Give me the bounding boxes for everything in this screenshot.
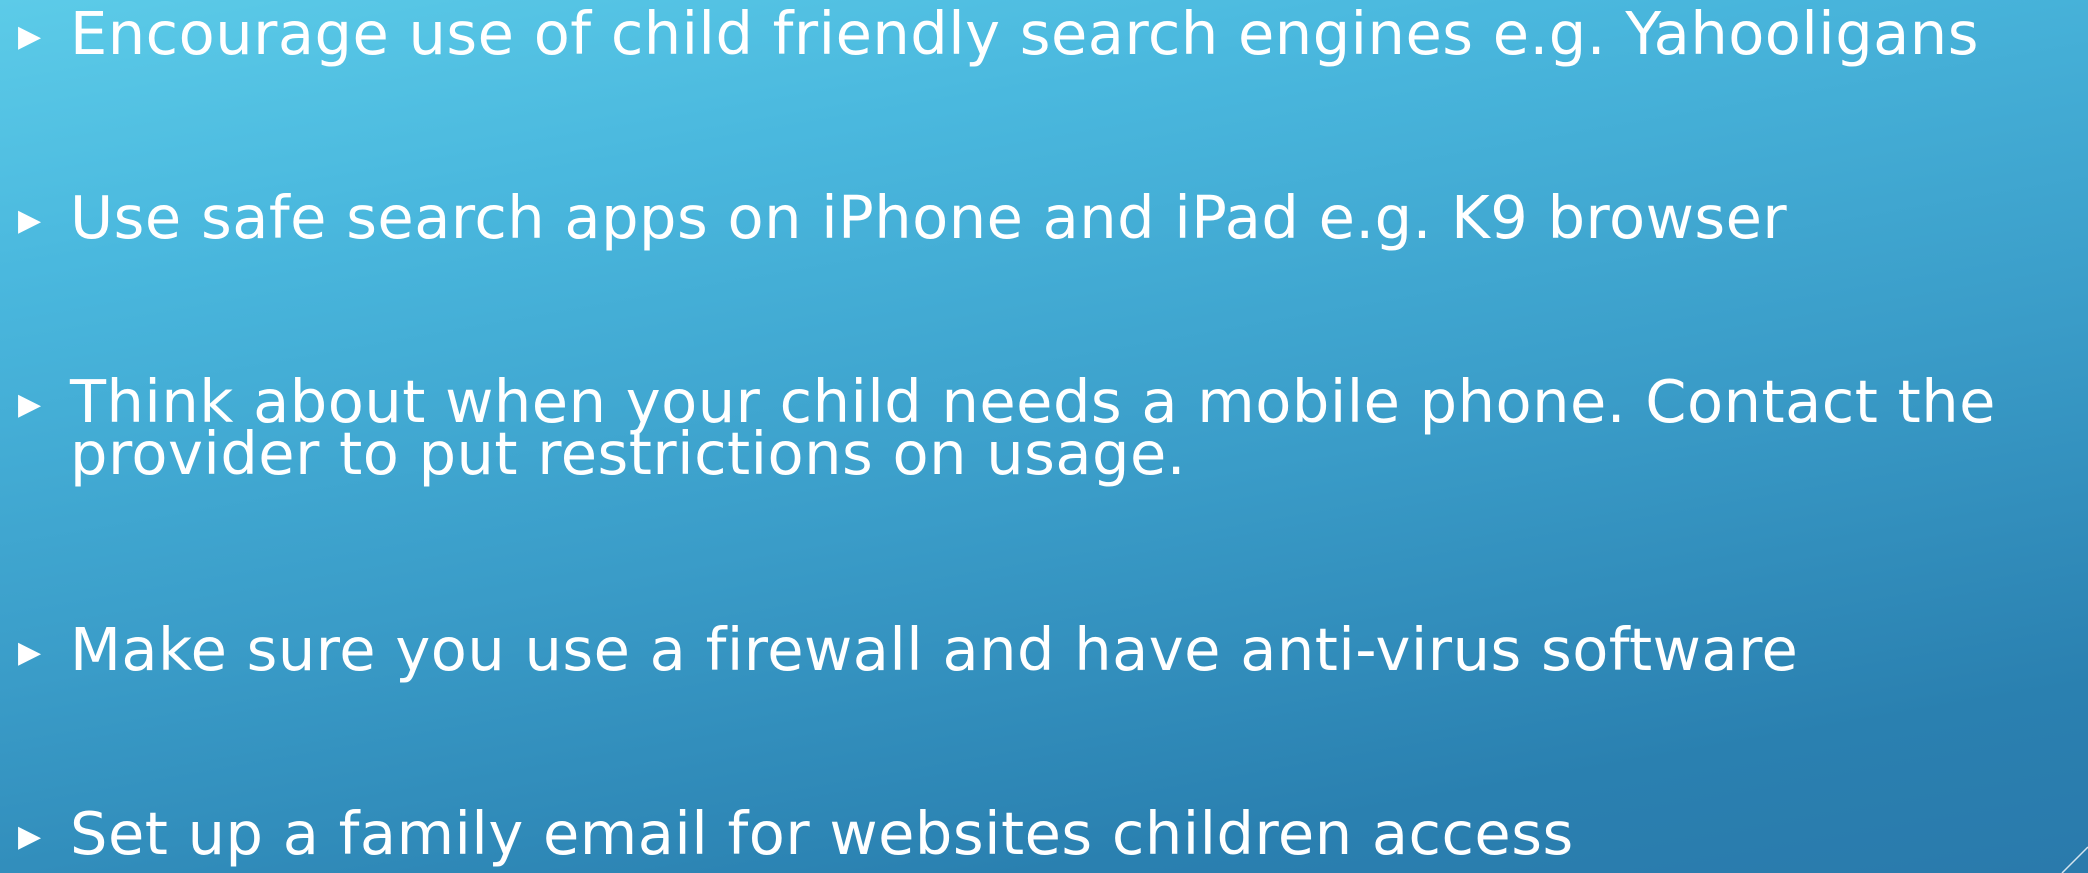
decorative-corner-line — [2061, 846, 2088, 873]
bullet-item-child-search-engines: ▶ Encourage use of child friendly search… — [18, 0, 2078, 68]
bullet-item-mobile-phone: ▶ Think about when your child needs a mo… — [18, 367, 2078, 488]
bullet-text: Make sure you use a firewall and have an… — [70, 615, 1799, 684]
triangle-bullet-icon: ▶ — [18, 387, 42, 422]
triangle-bullet-icon: ▶ — [18, 203, 42, 238]
triangle-bullet-icon: ▶ — [18, 819, 42, 854]
bullet-item-family-email: ▶ Set up a family email for websites chi… — [18, 799, 2078, 868]
triangle-bullet-icon: ▶ — [18, 19, 42, 54]
bullet-text: Use safe search apps on iPhone and iPad … — [70, 183, 1788, 252]
bullet-item-safe-search-apps: ▶ Use safe search apps on iPhone and iPa… — [18, 183, 2078, 252]
bullet-text: Think about when your child needs a mobi… — [70, 367, 1996, 488]
bullet-text: Encourage use of child friendly search e… — [70, 0, 1979, 68]
triangle-bullet-icon: ▶ — [18, 635, 42, 670]
bullet-text: Set up a family email for websites child… — [70, 799, 1574, 868]
bullet-item-firewall-antivirus: ▶ Make sure you use a firewall and have … — [18, 615, 2078, 684]
slide-bullet-list: ▶ Encourage use of child friendly search… — [0, 0, 2088, 873]
